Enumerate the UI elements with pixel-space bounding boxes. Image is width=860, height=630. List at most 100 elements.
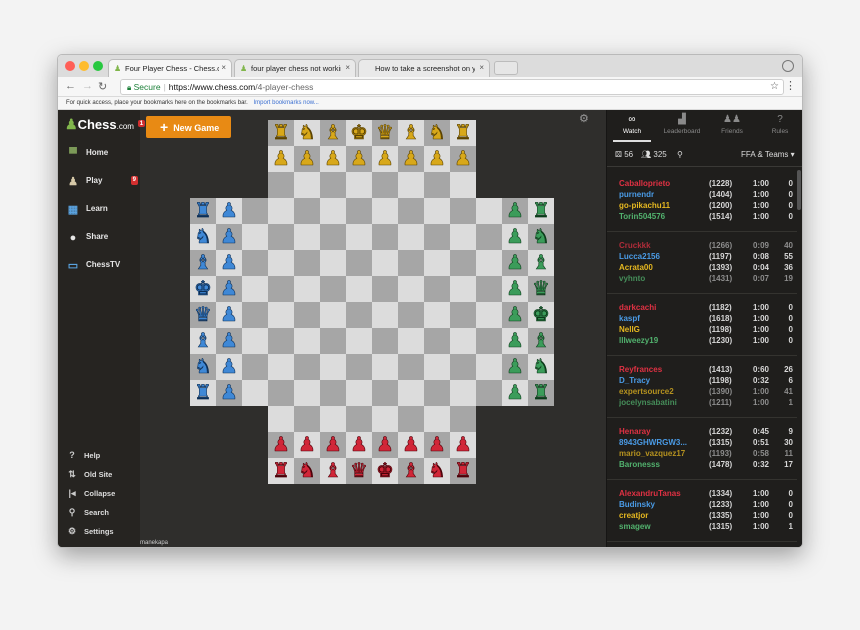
player-name[interactable]: vyhnto	[619, 274, 707, 284]
browser-tab-search[interactable]: ♟ four player chess not working ×	[234, 59, 356, 77]
tab-close-icon[interactable]: ×	[479, 63, 484, 72]
board-square[interactable]: ♛	[190, 302, 216, 328]
blue-pawn-icon[interactable]: ♟	[220, 382, 239, 405]
board-square[interactable]: ♞	[528, 224, 554, 250]
green-queen-icon[interactable]: ♛	[532, 278, 551, 301]
player-name[interactable]: NellG	[619, 325, 707, 335]
blue-pawn-icon[interactable]: ♟	[220, 226, 239, 249]
board-square[interactable]	[372, 172, 398, 198]
red-pawn-icon[interactable]: ♟	[272, 434, 291, 457]
player-name[interactable]: go-pikachu11	[619, 201, 707, 211]
board-square[interactable]	[476, 224, 502, 250]
board-square[interactable]: ♜	[528, 198, 554, 224]
board-square[interactable]	[320, 224, 346, 250]
sidebar-old-site[interactable]: ⇅ Old Site	[66, 469, 112, 480]
yellow-queen-icon[interactable]: ♛	[376, 122, 395, 145]
board-square[interactable]	[476, 276, 502, 302]
board-square[interactable]	[346, 276, 372, 302]
red-pawn-icon[interactable]: ♟	[350, 434, 369, 457]
board-square[interactable]	[424, 250, 450, 276]
board-square[interactable]: ♞	[528, 354, 554, 380]
red-bishop-icon[interactable]: ♝	[324, 460, 343, 483]
mode-select[interactable]: FFA & Teams ▾	[741, 143, 795, 167]
green-rook-icon[interactable]: ♜	[532, 382, 551, 405]
board-square[interactable]	[268, 302, 294, 328]
blue-pawn-icon[interactable]: ♟	[220, 356, 239, 379]
yellow-king-icon[interactable]: ♚	[350, 122, 369, 145]
board-square[interactable]: ♟	[216, 302, 242, 328]
board-square[interactable]	[476, 250, 502, 276]
red-queen-icon[interactable]: ♛	[350, 460, 369, 483]
board-square[interactable]: ♚	[190, 276, 216, 302]
yellow-pawn-icon[interactable]: ♟	[272, 148, 291, 171]
board-square[interactable]	[320, 276, 346, 302]
green-rook-icon[interactable]: ♜	[532, 200, 551, 223]
board-square[interactable]: ♟	[450, 146, 476, 172]
blue-pawn-icon[interactable]: ♟	[220, 252, 239, 275]
board-square[interactable]	[424, 302, 450, 328]
board-square[interactable]: ♜	[190, 380, 216, 406]
game-card[interactable]: Reyfrances (1413) 0:60 26 D_Tracy (1198) 0:32 6…	[607, 356, 797, 418]
board-square[interactable]	[294, 276, 320, 302]
board-square[interactable]	[450, 406, 476, 432]
board-square[interactable]: ♟	[372, 432, 398, 458]
board-square[interactable]	[424, 354, 450, 380]
board-square[interactable]: ♞	[294, 120, 320, 146]
blue-king-icon[interactable]: ♚	[194, 278, 213, 301]
board-square[interactable]	[372, 198, 398, 224]
board-square[interactable]	[268, 224, 294, 250]
zoom-window-button[interactable]	[93, 61, 103, 71]
board-square[interactable]: ♟	[398, 146, 424, 172]
board-square[interactable]: ♛	[528, 276, 554, 302]
profile-icon[interactable]	[782, 60, 794, 72]
green-pawn-icon[interactable]: ♟	[506, 382, 525, 405]
yellow-pawn-icon[interactable]: ♟	[402, 148, 421, 171]
red-bishop-icon[interactable]: ♝	[402, 460, 421, 483]
blue-queen-icon[interactable]: ♛	[194, 304, 213, 327]
tab-close-icon[interactable]: ×	[221, 63, 226, 72]
browser-tab-mac[interactable]: How to take a screenshot on your Mac ×	[358, 59, 490, 77]
minimize-window-button[interactable]	[79, 61, 89, 71]
board-square[interactable]: ♟	[502, 224, 528, 250]
red-knight-icon[interactable]: ♞	[428, 460, 447, 483]
blue-rook-icon[interactable]: ♜	[194, 200, 213, 223]
green-pawn-icon[interactable]: ♟	[506, 278, 525, 301]
red-pawn-icon[interactable]: ♟	[298, 434, 317, 457]
board-square[interactable]	[450, 250, 476, 276]
game-card[interactable]: Cruckkk (1266) 0:09 40 Lucca2156 (1197) 0:08 55…	[607, 232, 797, 294]
player-name[interactable]: Cruckkk	[619, 241, 707, 251]
green-pawn-icon[interactable]: ♟	[506, 304, 525, 327]
board-square[interactable]	[320, 406, 346, 432]
board-square[interactable]	[268, 250, 294, 276]
chess-logo[interactable]: ♟Chess.com 1	[65, 116, 146, 136]
board-square[interactable]: ♛	[346, 458, 372, 484]
board-square[interactable]: ♟	[268, 146, 294, 172]
board-square[interactable]	[242, 276, 268, 302]
board-square[interactable]	[398, 302, 424, 328]
red-knight-icon[interactable]: ♞	[298, 460, 317, 483]
board-square[interactable]	[346, 172, 372, 198]
board-square[interactable]	[372, 406, 398, 432]
board-square[interactable]: ♟	[320, 146, 346, 172]
player-name[interactable]: creatjor	[619, 511, 707, 521]
yellow-bishop-icon[interactable]: ♝	[324, 122, 343, 145]
yellow-knight-icon[interactable]: ♞	[298, 122, 317, 145]
tab-close-icon[interactable]: ×	[345, 63, 350, 72]
board-square[interactable]	[398, 328, 424, 354]
board-square[interactable]	[424, 328, 450, 354]
board-square[interactable]	[320, 328, 346, 354]
sidebar-item-home[interactable]: ▀ Home	[66, 145, 138, 163]
board-square[interactable]	[372, 224, 398, 250]
board-square[interactable]: ♝	[190, 328, 216, 354]
board-square[interactable]	[346, 328, 372, 354]
board-square[interactable]	[294, 354, 320, 380]
blue-bishop-icon[interactable]: ♝	[194, 252, 213, 275]
tab-friends[interactable]: ♟♟ Friends	[707, 114, 757, 135]
board-square[interactable]	[320, 198, 346, 224]
board-square[interactable]	[346, 380, 372, 406]
board-square[interactable]: ♟	[502, 328, 528, 354]
address-bar[interactable]: 🔒︎ Secure | https://www.chess.com/4-player…	[120, 79, 784, 95]
board-square[interactable]: ♝	[320, 120, 346, 146]
green-pawn-icon[interactable]: ♟	[506, 226, 525, 249]
yellow-pawn-icon[interactable]: ♟	[298, 148, 317, 171]
